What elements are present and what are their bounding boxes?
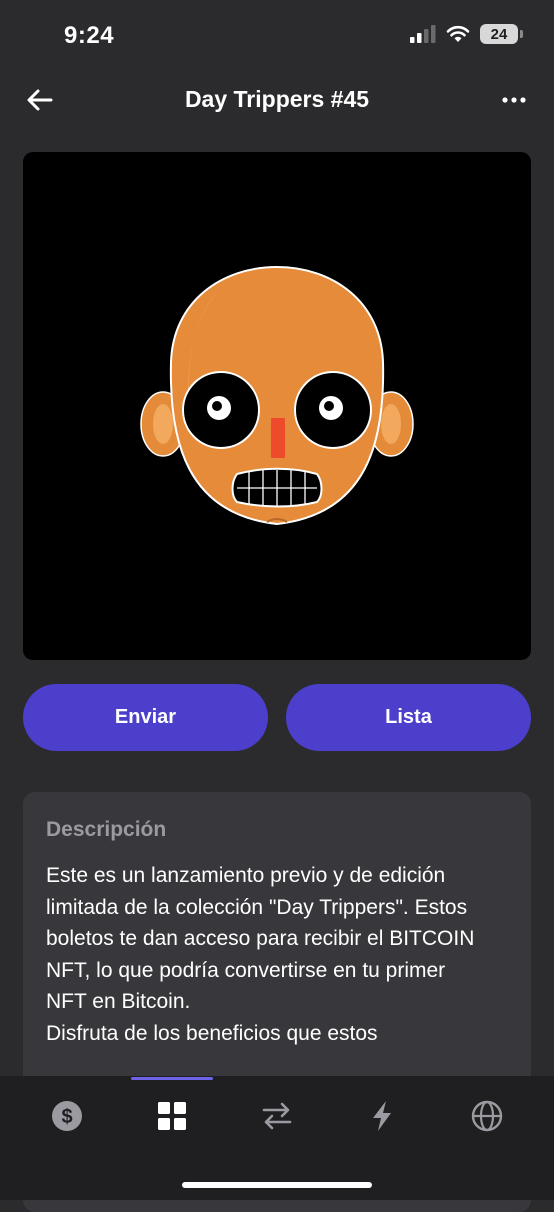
tab-wallet[interactable]: $ bbox=[45, 1094, 89, 1138]
tab-activity[interactable] bbox=[360, 1094, 404, 1138]
send-button[interactable]: Enviar bbox=[23, 684, 268, 751]
list-button[interactable]: Lista bbox=[286, 684, 531, 751]
navigation-bar: Day Trippers #45 bbox=[0, 70, 554, 130]
active-tab-indicator bbox=[131, 1077, 213, 1080]
lightning-icon bbox=[373, 1101, 391, 1131]
cartoon-face-illustration bbox=[140, 265, 414, 526]
page-title: Day Trippers #45 bbox=[184, 86, 370, 112]
battery-icon: 24 bbox=[480, 24, 523, 44]
tab-browser[interactable] bbox=[465, 1094, 509, 1138]
swap-arrows-icon bbox=[262, 1102, 292, 1130]
nft-image bbox=[23, 152, 531, 660]
description-text: Este es un lanzamiento previo y de edici… bbox=[46, 864, 475, 1045]
more-options-button[interactable] bbox=[498, 84, 530, 116]
dollar-circle-icon: $ bbox=[52, 1101, 82, 1131]
status-bar: 9:24 24 bbox=[0, 0, 554, 70]
cellular-signal-icon bbox=[410, 25, 436, 43]
description-heading: Descripción bbox=[46, 818, 167, 841]
svg-text:$: $ bbox=[61, 1106, 72, 1128]
grid-icon bbox=[158, 1102, 186, 1130]
tab-collectibles[interactable] bbox=[150, 1094, 194, 1138]
wifi-icon bbox=[446, 25, 470, 42]
tab-swap[interactable] bbox=[255, 1094, 299, 1138]
status-time: 9:24 bbox=[64, 22, 115, 49]
status-icons: 24 bbox=[410, 24, 523, 44]
home-indicator bbox=[182, 1182, 372, 1188]
globe-icon bbox=[471, 1100, 503, 1132]
more-horizontal-icon bbox=[502, 97, 526, 103]
